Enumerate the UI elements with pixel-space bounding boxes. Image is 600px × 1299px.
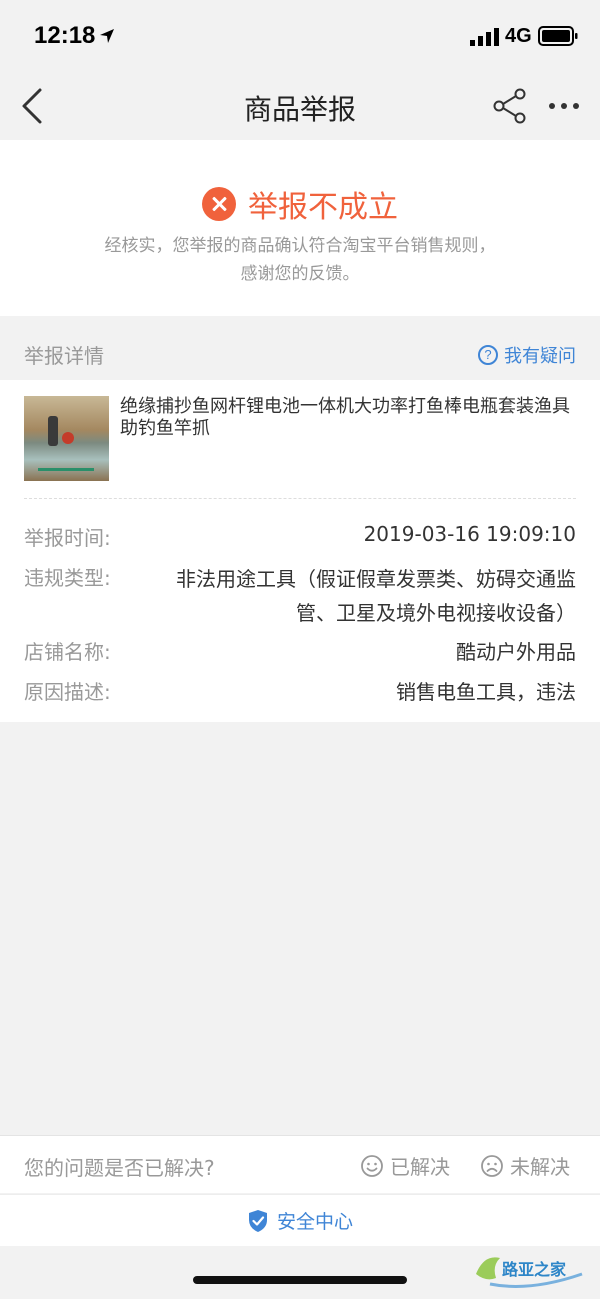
reason-label: 原因描述: [24, 680, 111, 704]
unsolved-label: 未解决 [510, 1155, 570, 1179]
battery-icon [538, 26, 578, 46]
question-link[interactable]: ? 我有疑问 [478, 342, 576, 368]
nav-bar: 商品举报 [0, 72, 600, 140]
report-time-label: 举报时间: [24, 526, 111, 550]
product-title[interactable]: 绝缘捕抄鱼网杆锂电池一体机大功率打鱼棒电瓶套装渔具助钓鱼竿抓 [120, 396, 570, 440]
report-details: 绝缘捕抄鱼网杆锂电池一体机大功率打鱼棒电瓶套装渔具助钓鱼竿抓 举报时间: 201… [0, 380, 600, 722]
feedback-question: 您的问题是否已解决? [24, 1156, 215, 1180]
result-description-line1: 经核实，您举报的商品确认符合淘宝平台销售规则， [104, 236, 496, 256]
violation-type-value: 非法用途工具（假证假章发票类、妨碍交通监管、卫星及境外电视接收设备） [176, 567, 576, 625]
result-title: 举报不成立 [248, 190, 398, 225]
store-name-label: 店铺名称: [24, 640, 111, 664]
feedback-bar: 您的问题是否已解决? 已解决 未解决 [0, 1135, 600, 1193]
network-type: 4G [505, 25, 532, 47]
location-arrow-icon [100, 29, 114, 43]
result-description-line2: 感谢您的反馈。 [240, 264, 360, 284]
solved-button[interactable]: 已解决 [360, 1151, 450, 1180]
shield-icon [248, 1209, 267, 1232]
security-center-link[interactable]: 安全中心 [0, 1194, 600, 1246]
section-header: 举报详情 ? 我有疑问 [0, 316, 600, 380]
store-name-value: 酷动户外用品 [456, 640, 576, 664]
reason-value: 销售电鱼工具，违法 [396, 680, 576, 704]
image-caption-strip [38, 468, 94, 471]
question-link-label: 我有疑问 [504, 346, 576, 367]
signal-icon [470, 28, 499, 46]
home-indicator[interactable] [193, 1276, 407, 1284]
report-time-value: 2019-03-16 19:09:10 [363, 522, 576, 546]
smile-icon [361, 1154, 383, 1177]
sad-face-icon [481, 1154, 503, 1177]
watermark-text: 路亚之家 [502, 1262, 567, 1279]
status-time: 12:18 [34, 22, 96, 49]
security-center-label: 安全中心 [276, 1211, 353, 1233]
more-icon[interactable] [546, 94, 582, 118]
result-panel: 举报不成立 经核实，您举报的商品确认符合淘宝平台销售规则， 感谢您的反馈。 [0, 140, 600, 316]
product-image[interactable] [24, 396, 109, 481]
violation-type-label: 违规类型: [24, 566, 111, 590]
question-mark-icon: ? [478, 345, 498, 365]
share-icon[interactable] [492, 88, 528, 124]
result-description: 经核实，您举报的商品确认符合淘宝平台销售规则， 感谢您的反馈。 [40, 232, 560, 288]
section-title: 举报详情 [24, 344, 104, 368]
result-header: 举报不成立 [0, 184, 600, 225]
solved-label: 已解决 [390, 1155, 450, 1179]
image-net [62, 432, 74, 444]
divider [24, 498, 576, 499]
status-bar: 12:18 4G [0, 0, 600, 72]
image-person [48, 416, 58, 446]
error-x-icon [202, 187, 236, 221]
unsolved-button[interactable]: 未解决 [480, 1151, 570, 1180]
